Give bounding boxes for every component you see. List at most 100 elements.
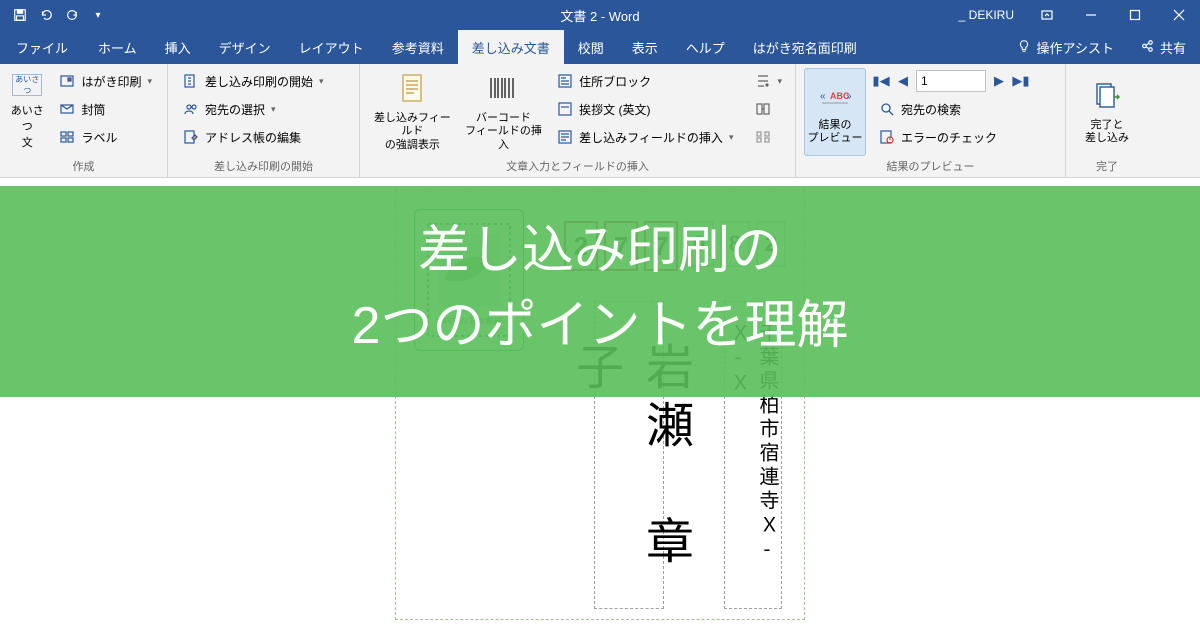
record-number-input[interactable] [916, 70, 986, 92]
close-button[interactable] [1158, 0, 1200, 30]
labels-button[interactable]: ラベル [52, 124, 159, 150]
minimize-button[interactable] [1070, 0, 1112, 30]
barcode-label: バーコード フィールドの挿入 [464, 112, 543, 152]
save-icon[interactable] [8, 3, 32, 27]
finish-merge-icon [1090, 79, 1124, 113]
start-merge-icon [183, 73, 199, 89]
check-errors-label: エラーのチェック [901, 129, 997, 146]
document-canvas[interactable]: NIPPON 日本郵便 2 7 7 0 8 2 千葉県柏市宿連寺Ｘ-Ｘ-Ｘ 岩瀬… [0, 178, 1200, 630]
greeting-text-icon: あいさつ [12, 74, 42, 96]
ribbon-display-options-icon[interactable] [1026, 0, 1068, 30]
finish-merge-button[interactable]: 完了と 差し込み [1074, 68, 1140, 156]
rules-icon [755, 73, 771, 89]
qat-customize-icon[interactable]: ▾ [86, 3, 110, 27]
chevron-down-icon: ▾ [729, 132, 734, 143]
tab-mailings[interactable]: 差し込み文書 [458, 30, 564, 64]
match-fields-icon [755, 101, 771, 117]
lightbulb-icon [1017, 39, 1031, 56]
check-errors-button[interactable]: エラーのチェック [872, 124, 1030, 150]
maximize-button[interactable] [1114, 0, 1156, 30]
greeting-line-button[interactable]: 挨拶文 (英文) [550, 96, 740, 122]
chevron-down-icon: ▾ [319, 76, 324, 87]
group-finish: 完了と 差し込み 完了 [1066, 64, 1148, 177]
insert-field-icon [557, 129, 573, 145]
previous-record-button[interactable]: ◀ [894, 70, 912, 92]
search-icon [879, 101, 895, 117]
tell-me-label: 操作アシスト [1037, 38, 1114, 57]
highlight-merge-fields-button[interactable]: 差し込みフィールド の強調表示 [368, 68, 457, 156]
share-icon [1140, 39, 1154, 56]
barcode-button[interactable]: バーコード フィールドの挿入 [463, 68, 544, 156]
share-button[interactable]: 共有 [1126, 30, 1200, 64]
start-mail-merge-button[interactable]: 差し込み印刷の開始 ▾ [176, 68, 331, 94]
rules-button[interactable]: ▾ [750, 68, 787, 94]
label-icon [59, 129, 75, 145]
user-name[interactable]: _ DEKIRU [949, 8, 1024, 22]
greeting-text-button[interactable]: あいさつ あいさつ 文 [8, 68, 46, 156]
envelope-icon [59, 101, 75, 117]
address-block-icon [557, 73, 573, 89]
hagaki-print-button[interactable]: はがき印刷 ▾ [52, 68, 159, 94]
edit-recipient-list-button[interactable]: アドレス帳の編集 [176, 124, 331, 150]
group-write-insert-label: 文章入力とフィールドの挿入 [368, 156, 787, 177]
select-recipients-button[interactable]: 宛先の選択 ▾ [176, 96, 331, 122]
start-mail-merge-label: 差し込み印刷の開始 [205, 73, 313, 90]
check-errors-icon [879, 129, 895, 145]
finish-merge-label: 完了と 差し込み [1085, 119, 1129, 145]
greeting-line-icon [557, 101, 573, 117]
last-record-button[interactable]: ▶▮ [1012, 70, 1030, 92]
tab-references[interactable]: 参考資料 [378, 30, 458, 64]
title-bar: ▾ 文書 2 - Word _ DEKIRU [0, 0, 1200, 30]
group-preview-results-label: 結果のプレビュー [804, 156, 1057, 177]
tab-design[interactable]: デザイン [205, 30, 285, 64]
greeting-text-label: あいさつ 文 [9, 102, 45, 150]
group-finish-label: 完了 [1074, 156, 1140, 177]
group-preview-results: «ABC» 結果の プレビュー ▮◀ ◀ ▶ ▶▮ 宛先の検索 エラーのチェック [796, 64, 1066, 177]
headline-overlay: 差し込み印刷の 2つのポイントを理解 [0, 186, 1200, 397]
edit-list-icon [183, 129, 199, 145]
first-record-button[interactable]: ▮◀ [872, 70, 890, 92]
tab-help[interactable]: ヘルプ [672, 30, 739, 64]
find-recipient-label: 宛先の検索 [901, 101, 961, 118]
select-recipients-label: 宛先の選択 [205, 101, 265, 118]
chevron-down-icon: ▾ [271, 104, 276, 115]
tab-review[interactable]: 校閲 [564, 30, 618, 64]
address-block-button[interactable]: 住所ブロック [550, 68, 740, 94]
find-recipient-button[interactable]: 宛先の検索 [872, 96, 1030, 122]
edit-recipient-list-label: アドレス帳の編集 [205, 129, 301, 146]
share-label: 共有 [1160, 38, 1186, 57]
quick-access-toolbar: ▾ [0, 3, 110, 27]
group-create-label: 作成 [8, 156, 159, 177]
address-block-label: 住所ブロック [579, 73, 651, 90]
group-write-insert: 差し込みフィールド の強調表示 バーコード フィールドの挿入 住所ブロック 挨拶… [360, 64, 796, 177]
preview-results-button[interactable]: «ABC» 結果の プレビュー [804, 68, 866, 156]
document-title: 文書 2 - Word [560, 6, 639, 25]
insert-merge-field-label: 差し込みフィールドの挿入 [579, 129, 723, 146]
preview-results-icon: «ABC» [818, 79, 852, 113]
tab-view[interactable]: 表示 [618, 30, 672, 64]
overlay-line-1: 差し込み印刷の [0, 214, 1200, 289]
envelope-button[interactable]: 封筒 [52, 96, 159, 122]
tab-home[interactable]: ホーム [84, 30, 151, 64]
overlay-line-2: 2つのポイントを理解 [0, 289, 1200, 364]
tab-insert[interactable]: 挿入 [151, 30, 205, 64]
group-start-merge: 差し込み印刷の開始 ▾ 宛先の選択 ▾ アドレス帳の編集 差し込み印刷の開始 [168, 64, 360, 177]
tell-me-search[interactable]: 操作アシスト [1005, 30, 1126, 64]
next-record-button[interactable]: ▶ [990, 70, 1008, 92]
tab-layout[interactable]: レイアウト [285, 30, 378, 64]
match-fields-button[interactable] [750, 96, 787, 122]
postcard-icon [59, 73, 75, 89]
redo-icon[interactable] [60, 3, 84, 27]
tab-file[interactable]: ファイル [0, 30, 84, 64]
labels-label: ラベル [81, 129, 117, 146]
envelope-label: 封筒 [81, 101, 105, 118]
undo-icon[interactable] [34, 3, 58, 27]
greeting-line-label: 挨拶文 (英文) [579, 101, 650, 118]
insert-merge-field-button[interactable]: 差し込みフィールドの挿入 ▾ [550, 124, 740, 150]
update-labels-button[interactable] [750, 124, 787, 150]
chevron-down-icon: ▾ [777, 76, 782, 87]
svg-text:«: « [820, 91, 826, 102]
group-start-merge-label: 差し込み印刷の開始 [176, 156, 351, 177]
tab-hagaki-print[interactable]: はがき宛名面印刷 [739, 30, 871, 64]
group-create: あいさつ あいさつ 文 はがき印刷 ▾ 封筒 ラベル 作成 [0, 64, 168, 177]
